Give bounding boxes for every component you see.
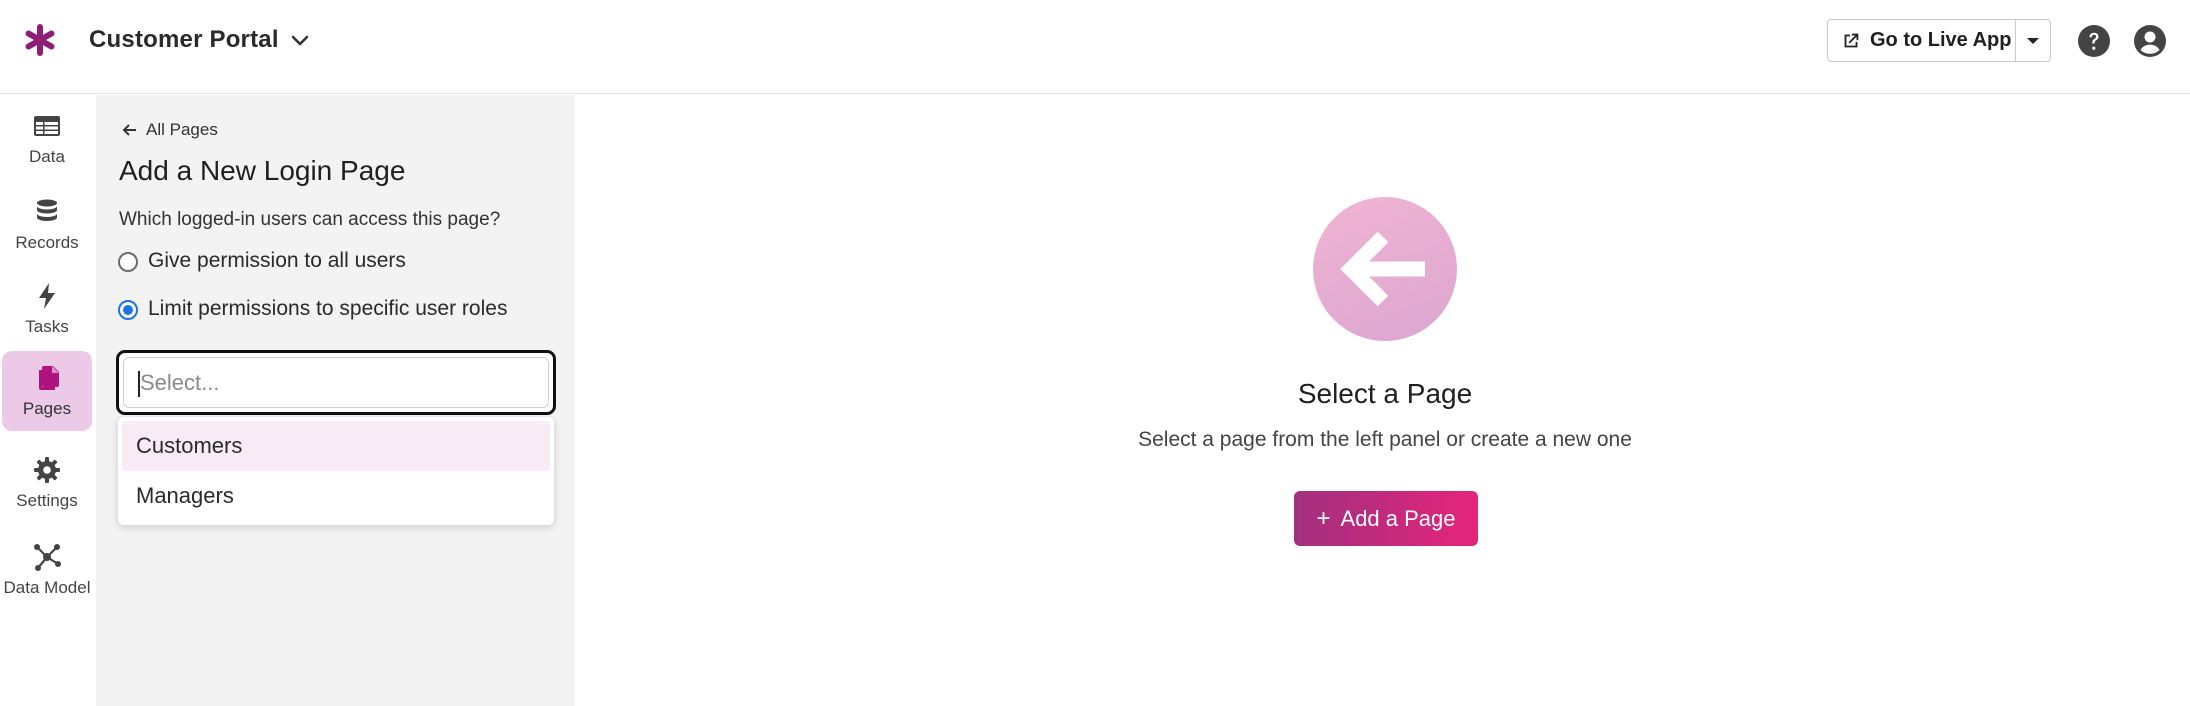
dropdown-option-customers[interactable]: Customers: [122, 421, 550, 471]
left-nav-rail: Data Records Tasks Pages Settings Data M…: [0, 95, 96, 706]
live-app-menu-button[interactable]: [2015, 19, 2051, 62]
help-icon[interactable]: [2076, 23, 2112, 59]
roles-select-input[interactable]: Select...: [123, 357, 549, 408]
back-link-label: All Pages: [146, 120, 218, 139]
all-pages-back-link[interactable]: All Pages: [120, 120, 218, 140]
table-icon: [34, 116, 60, 136]
roles-select[interactable]: Select...: [116, 350, 556, 415]
graph-icon: [34, 544, 61, 571]
caret-down-icon: [2027, 37, 2039, 44]
app-title[interactable]: Customer Portal: [89, 26, 279, 54]
nav-label-pages: Pages: [22, 399, 72, 418]
arrow-left-icon: [122, 124, 136, 136]
database-icon: [37, 199, 57, 221]
nav-label-settings: Settings: [16, 491, 78, 510]
radio-specific-roles[interactable]: Limit permissions to specific user roles: [118, 298, 528, 320]
nav-item-settings[interactable]: Settings: [2, 443, 92, 523]
pages-icon: [39, 366, 59, 390]
nav-label-records: Records: [15, 233, 79, 252]
plus-icon: +: [1316, 504, 1331, 532]
main-content: Select a Page Select a page from the lef…: [575, 95, 2190, 706]
radio-all-users[interactable]: Give permission to all users: [118, 250, 528, 272]
empty-state-subtitle: Select a page from the left panel or cre…: [1138, 428, 1632, 451]
bolt-icon: [39, 283, 55, 309]
nav-item-records[interactable]: Records: [2, 185, 92, 265]
go-to-live-app-label: Go to Live App: [1870, 29, 2012, 51]
empty-state-illustration: [1313, 197, 1457, 341]
logo-asterisk-icon: [25, 24, 55, 56]
dropdown-option-managers[interactable]: Managers: [122, 471, 550, 521]
arrow-left-icon: [1340, 231, 1425, 307]
chevron-down-icon[interactable]: [288, 29, 312, 53]
go-to-live-app-button[interactable]: Go to Live App: [1827, 19, 2015, 62]
nav-item-tasks[interactable]: Tasks: [2, 269, 92, 349]
radio-button-checked[interactable]: [118, 300, 138, 320]
text-cursor: [138, 371, 140, 397]
add-page-button[interactable]: + Add a Page: [1294, 491, 1478, 546]
top-bar: Customer Portal Go to Live App: [0, 0, 2190, 94]
nav-label-data: Data: [29, 147, 65, 166]
radio-button[interactable]: [118, 252, 138, 272]
nav-item-data[interactable]: Data: [2, 99, 92, 179]
add-page-label: Add a Page: [1340, 505, 1456, 531]
nav-item-data-model[interactable]: Data Model: [2, 530, 92, 610]
nav-item-pages[interactable]: Pages: [2, 351, 92, 431]
page-settings-panel: All Pages Add a New Login Page Which log…: [96, 95, 575, 706]
gear-icon: [34, 457, 60, 483]
select-placeholder: Select...: [140, 369, 220, 395]
account-icon[interactable]: [2132, 23, 2168, 59]
radio-label: Give permission to all users: [148, 249, 406, 272]
empty-state-title: Select a Page: [1297, 378, 1473, 409]
nav-label-data-model: Data Model: [3, 578, 91, 597]
roles-dropdown-menu: Customers Managers: [118, 417, 554, 525]
access-question: Which logged-in users can access this pa…: [119, 209, 501, 230]
radio-label: Limit permissions to specific user roles: [148, 297, 508, 320]
nav-label-tasks: Tasks: [25, 317, 69, 336]
panel-title: Add a New Login Page: [119, 155, 406, 186]
external-link-icon: [1844, 33, 1859, 47]
